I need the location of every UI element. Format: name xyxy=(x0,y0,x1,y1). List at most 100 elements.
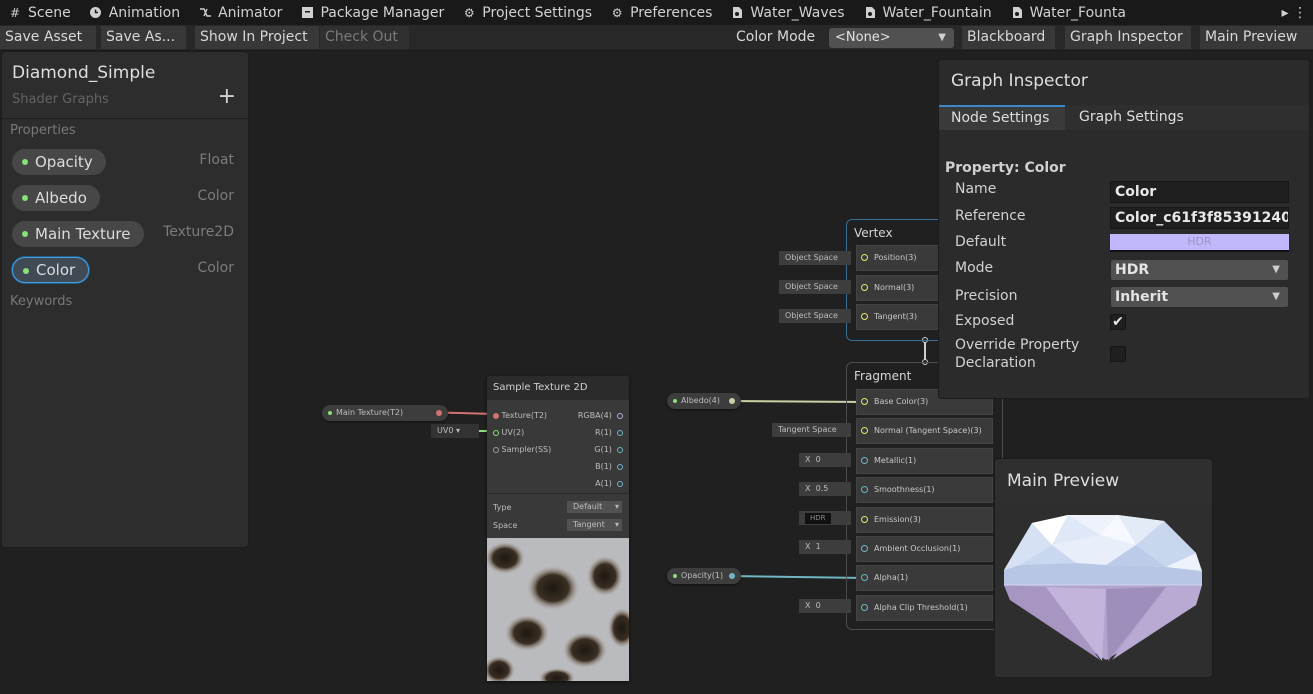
port-label: UV(2) xyxy=(501,428,525,437)
space-dropdown[interactable]: Tangent ▾ xyxy=(567,519,622,531)
exposed-label: Exposed xyxy=(955,313,1015,329)
main-preview-panel: Main Preview xyxy=(994,458,1213,678)
keywords-header[interactable]: Keywords xyxy=(10,294,72,309)
property-dot xyxy=(328,411,332,415)
name-field[interactable]: Color xyxy=(1110,181,1289,203)
output-port-b[interactable]: B(1) xyxy=(595,462,623,471)
property-row-opacity[interactable]: Opacity Float xyxy=(10,149,234,177)
slot-value: 0.5 xyxy=(815,484,829,493)
mode-label: Mode xyxy=(955,260,994,276)
override-label-line2: Declaration xyxy=(955,355,1036,371)
sample-texture-2d-node[interactable]: Sample Texture 2D Texture(T2) UV(2) Samp… xyxy=(487,376,629,681)
divider xyxy=(2,118,248,119)
block-label: Tangent(3) xyxy=(874,312,918,321)
tab-graph-settings[interactable]: Graph Settings xyxy=(1079,105,1184,130)
block-emission[interactable]: Emission(3) xyxy=(856,507,993,533)
property-pill[interactable]: Albedo xyxy=(12,185,100,211)
output-port-g[interactable]: G(1) xyxy=(594,445,623,454)
block-label: Alpha(1) xyxy=(874,573,909,582)
override-declaration-checkbox[interactable] xyxy=(1110,346,1126,362)
name-label: Name xyxy=(955,181,997,197)
slot-value: 0 xyxy=(815,455,821,464)
port-dot xyxy=(861,516,868,523)
graph-path[interactable]: Shader Graphs xyxy=(12,92,109,107)
metallic-value-slot[interactable]: X 0 xyxy=(799,453,851,467)
property-pill[interactable]: Opacity xyxy=(12,149,106,175)
color-port[interactable] xyxy=(729,398,735,404)
exposed-checkbox[interactable]: ✔ xyxy=(1110,314,1126,330)
port-label: Texture(T2) xyxy=(501,411,548,420)
block-alpha-clip-threshold[interactable]: Alpha Clip Threshold(1) xyxy=(856,595,993,621)
mode-dropdown[interactable]: HDR ▼ xyxy=(1110,259,1289,281)
input-port-sampler[interactable]: Sampler(SS) xyxy=(493,445,551,454)
graph-title[interactable]: Diamond_Simple xyxy=(12,63,155,83)
property-row-main-texture[interactable]: Main Texture Texture2D xyxy=(10,221,234,249)
port-label: RGBA(4) xyxy=(577,411,612,420)
uv-channel-dropdown[interactable]: UV0 ▾ xyxy=(431,424,479,438)
block-label: Ambient Occlusion(1) xyxy=(874,544,961,553)
block-label: Metallic(1) xyxy=(874,456,917,465)
x-label: X xyxy=(805,455,811,464)
port-label: R(1) xyxy=(595,428,612,437)
properties-header[interactable]: Properties xyxy=(10,123,76,138)
block-metallic[interactable]: Metallic(1) xyxy=(856,448,993,474)
add-property-button[interactable]: + xyxy=(218,84,236,109)
block-alpha[interactable]: Alpha(1) xyxy=(856,565,993,591)
precision-dropdown[interactable]: Inherit ▼ xyxy=(1110,286,1289,308)
override-label-line1: Override Property xyxy=(955,337,1080,353)
block-label: Position(3) xyxy=(874,253,917,262)
block-label: Normal(3) xyxy=(874,283,915,292)
texture-port[interactable] xyxy=(436,410,442,416)
property-row-albedo[interactable]: Albedo Color xyxy=(10,185,234,213)
output-port-rgba[interactable]: RGBA(4) xyxy=(578,411,623,420)
slot-value: 0 xyxy=(815,601,821,610)
ambient-occlusion-value-slot[interactable]: X 1 xyxy=(799,540,851,554)
block-label: Smoothness(1) xyxy=(874,485,935,494)
tangent-space-slot[interactable]: Object Space xyxy=(779,309,851,323)
property-chip-label: Opacity(1) xyxy=(681,571,724,580)
position-space-slot[interactable]: Object Space xyxy=(779,251,851,265)
chevron-down-icon: ▼ xyxy=(1272,291,1280,302)
chevron-down-icon: ▼ xyxy=(1272,264,1280,275)
output-port-a[interactable]: A(1) xyxy=(595,479,623,488)
emission-hdr-swatch: HDR xyxy=(805,513,831,524)
input-port-texture[interactable]: Texture(T2) xyxy=(493,411,547,420)
exposed-dot xyxy=(22,231,28,237)
property-header: Property: Color xyxy=(945,160,1066,176)
space-value: Tangent xyxy=(573,520,605,529)
property-pill[interactable]: Main Texture xyxy=(12,221,144,247)
input-port-uv[interactable]: UV(2) xyxy=(493,428,524,437)
block-smoothness[interactable]: Smoothness(1) xyxy=(856,477,993,503)
port-dot xyxy=(861,574,868,581)
tab-node-settings[interactable]: Node Settings xyxy=(939,105,1065,130)
output-port-r[interactable]: R(1) xyxy=(595,428,623,437)
port-dot xyxy=(861,604,868,611)
type-dropdown[interactable]: Default ▾ xyxy=(567,501,622,513)
vertex-title: Vertex xyxy=(854,226,893,240)
block-normal-tangent[interactable]: Normal (Tangent Space)(3) xyxy=(856,418,993,444)
block-ambient-occlusion[interactable]: Ambient Occlusion(1) xyxy=(856,536,993,562)
float-port[interactable] xyxy=(729,573,735,579)
smoothness-value-slot[interactable]: X 0.5 xyxy=(799,482,851,496)
x-label: X xyxy=(805,542,811,551)
precision-value: Inherit xyxy=(1115,289,1169,305)
texture-preview-image xyxy=(487,538,629,681)
normal-space-slot[interactable]: Tangent Space xyxy=(772,423,851,437)
x-label: X xyxy=(805,484,811,493)
preview-viewport[interactable] xyxy=(996,505,1211,676)
property-row-color[interactable]: Color Color xyxy=(10,257,234,285)
property-chip-label: Main Texture(T2) xyxy=(336,408,404,417)
block-label: Normal (Tangent Space)(3) xyxy=(874,426,982,435)
reference-field[interactable]: Color_c61f3f85391240 xyxy=(1110,207,1289,229)
preview-title: Main Preview xyxy=(1007,471,1120,491)
opacity-property-node[interactable]: Opacity(1) xyxy=(667,568,741,584)
main-texture-property-node[interactable]: Main Texture(T2) xyxy=(322,405,448,421)
emission-color-slot[interactable]: HDR xyxy=(799,511,851,525)
default-color-swatch[interactable]: HDR xyxy=(1110,234,1289,252)
albedo-property-node[interactable]: Albedo(4) xyxy=(667,393,741,409)
alpha-clip-value-slot[interactable]: X 0 xyxy=(799,599,851,613)
normal-space-slot[interactable]: Object Space xyxy=(779,280,851,294)
port-label: Sampler(SS) xyxy=(501,445,552,454)
property-pill-selected[interactable]: Color xyxy=(12,257,90,283)
type-label: Type xyxy=(493,503,512,512)
